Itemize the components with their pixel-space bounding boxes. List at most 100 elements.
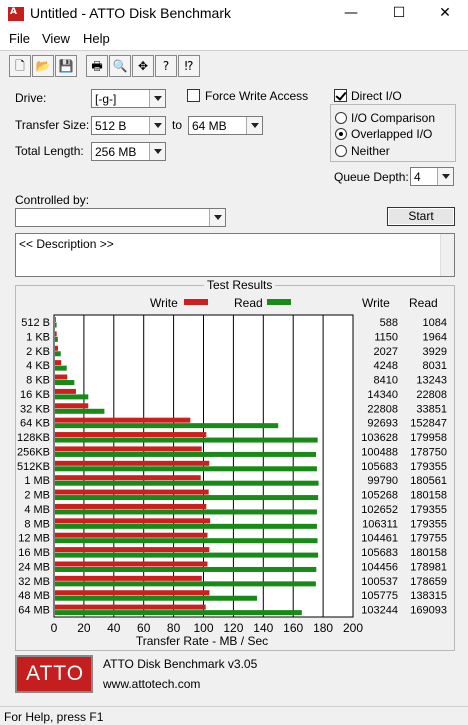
category-label: 8 MB — [24, 518, 50, 530]
write-value: 102652 — [361, 504, 398, 516]
category-label: 512 B — [21, 317, 50, 329]
category-label: 16 MB — [18, 547, 50, 559]
results-table: 588 1084 1150 1964 2027 3929 4248 8031 8410 13243… — [361, 317, 447, 617]
read-bar — [55, 538, 318, 544]
x-tick-label: 120 — [223, 621, 243, 635]
category-label: 32 MB — [18, 576, 50, 588]
write-value: 105683 — [361, 547, 398, 559]
read-bar — [55, 480, 319, 486]
logo-text: ATTO — [26, 662, 85, 685]
read-value: 180561 — [410, 475, 447, 487]
read-bar — [55, 394, 89, 400]
write-bar — [55, 561, 208, 567]
read-value: 1084 — [423, 317, 447, 329]
write-bar — [55, 331, 57, 337]
read-value: 3929 — [423, 346, 447, 358]
read-bar — [55, 595, 257, 601]
read-value: 178659 — [410, 576, 447, 588]
category-label: 32 KB — [20, 403, 50, 415]
write-bar — [55, 317, 56, 322]
app-window: A Untitled - ATTO Disk Benchmark — ☐ ✕ F… — [0, 0, 468, 725]
read-bar — [55, 437, 318, 443]
read-value: 180158 — [410, 547, 447, 559]
product-version: ATTO Disk Benchmark v3.05 — [103, 657, 258, 671]
read-bar — [55, 322, 57, 328]
write-value: 4248 — [374, 360, 398, 372]
read-bar — [55, 451, 317, 457]
write-bar — [55, 475, 201, 481]
category-label: 128KB — [17, 432, 50, 444]
status-bar: For Help, press F1 — [0, 706, 468, 725]
website-link[interactable]: www.attotech.com — [103, 677, 200, 691]
category-label: 512KB — [17, 461, 50, 473]
legend-read-swatch — [267, 299, 291, 305]
write-value: 14340 — [367, 389, 398, 401]
write-value: 103244 — [361, 605, 398, 617]
read-bar — [55, 336, 58, 342]
write-value: 8410 — [374, 375, 398, 387]
category-label: 16 KB — [20, 389, 50, 401]
read-bar — [55, 566, 317, 572]
write-value: 99790 — [367, 475, 398, 487]
write-value: 100488 — [361, 446, 398, 458]
read-value: 1964 — [423, 331, 447, 343]
write-value: 105775 — [361, 590, 398, 602]
write-bar — [55, 590, 210, 596]
read-value: 179755 — [410, 533, 447, 545]
read-value: 178750 — [410, 446, 447, 458]
write-bar — [55, 360, 62, 366]
read-bar — [55, 423, 279, 429]
write-bar — [55, 345, 58, 351]
write-value: 100537 — [361, 576, 398, 588]
write-value: 1150 — [374, 331, 398, 343]
write-bar — [55, 575, 202, 581]
read-value: 179355 — [410, 518, 447, 530]
read-value: 152847 — [410, 418, 447, 430]
status-text: For Help, press F1 — [4, 710, 104, 724]
atto-logo: ATTO — [15, 655, 93, 693]
read-bar — [55, 408, 105, 414]
write-bar — [55, 503, 207, 509]
read-value: 33851 — [416, 403, 447, 415]
results-chart: 0 20 40 60 80 100 120 140 160 180 200 512 B 1 KB 2 KB… — [17, 296, 447, 648]
read-bar — [55, 466, 317, 472]
write-value: 22808 — [367, 403, 398, 415]
legend-write-swatch — [184, 299, 208, 305]
x-axis-label: Transfer Rate - MB / Sec — [136, 634, 268, 648]
col-write-header: Write — [362, 296, 390, 310]
category-label: 2 MB — [24, 490, 50, 502]
read-value: 169093 — [410, 605, 447, 617]
category-label: 2 KB — [26, 346, 50, 358]
write-bar — [55, 518, 211, 524]
write-bar — [55, 374, 68, 380]
x-tick-label: 60 — [137, 621, 151, 635]
write-value: 106311 — [362, 518, 398, 530]
write-value: 105683 — [361, 461, 398, 473]
write-bar — [55, 532, 208, 538]
category-label: 24 MB — [18, 561, 50, 573]
read-value: 22808 — [416, 389, 447, 401]
category-label: 1 MB — [24, 475, 50, 487]
category-label: 256KB — [17, 446, 50, 458]
x-tick-label: 140 — [253, 621, 273, 635]
write-bar — [55, 460, 210, 466]
read-bar — [55, 581, 316, 587]
read-bar — [55, 509, 317, 515]
read-value: 179958 — [410, 432, 447, 444]
read-bar — [55, 552, 319, 558]
write-bar — [55, 388, 76, 394]
write-value: 105268 — [361, 490, 398, 502]
category-label: 4 KB — [26, 360, 50, 372]
read-value: 179355 — [410, 461, 447, 473]
category-label: 1 KB — [26, 331, 50, 343]
read-bar — [55, 495, 319, 501]
x-tick-label: 200 — [343, 621, 363, 635]
x-tick-label: 80 — [167, 621, 181, 635]
read-value: 8031 — [423, 360, 447, 372]
write-bar — [55, 604, 206, 610]
write-bar — [55, 403, 89, 409]
read-value: 178981 — [410, 561, 447, 573]
read-bar — [55, 351, 61, 357]
x-tick-label: 100 — [193, 621, 213, 635]
write-value: 92693 — [367, 418, 398, 430]
